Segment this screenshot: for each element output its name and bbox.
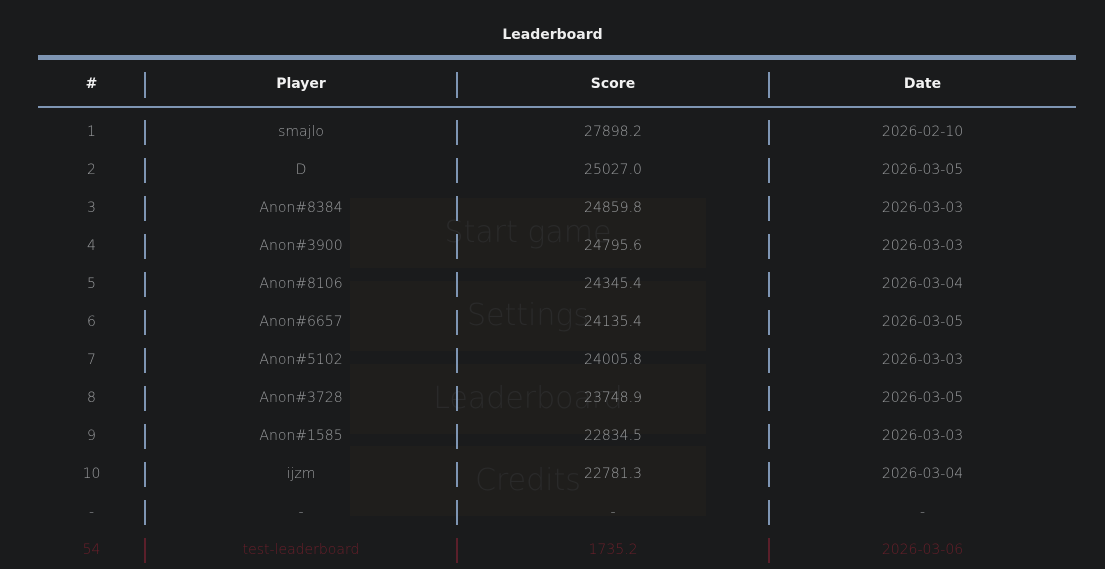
player-cell: smajlo bbox=[278, 124, 324, 140]
rank-cell: 10 bbox=[82, 466, 101, 482]
score-cell: - bbox=[610, 504, 616, 520]
score-cell: 23748.9 bbox=[584, 390, 642, 406]
date-cell: 2026-03-05 bbox=[881, 314, 964, 330]
table-row: 2 D 25027.0 2026-03-05 bbox=[38, 151, 1076, 189]
player-cell: Anon#6657 bbox=[259, 314, 343, 330]
score-cell: 24135.4 bbox=[584, 314, 642, 330]
table-row: 3 Anon#8384 24859.8 2026-03-03 bbox=[38, 189, 1076, 227]
player-cell: - bbox=[298, 504, 304, 520]
rank-cell: 9 bbox=[87, 428, 96, 444]
table-row: 9 Anon#1585 22834.5 2026-03-03 bbox=[38, 417, 1076, 455]
date-cell: 2026-03-03 bbox=[881, 352, 964, 368]
column-header-score: Score bbox=[590, 76, 636, 92]
date-cell: 2026-03-04 bbox=[881, 276, 964, 292]
player-cell: Anon#1585 bbox=[259, 428, 343, 444]
player-cell: test-leaderboard bbox=[242, 542, 360, 558]
leaderboard-title: Leaderboard bbox=[502, 27, 603, 43]
rank-cell: 1 bbox=[87, 124, 96, 140]
rank-cell: 54 bbox=[82, 542, 101, 558]
player-cell: Anon#8384 bbox=[259, 200, 343, 216]
rank-cell: 4 bbox=[87, 238, 96, 254]
table-row: 7 Anon#5102 24005.8 2026-03-03 bbox=[38, 341, 1076, 379]
player-cell: ijzm bbox=[286, 466, 316, 482]
rank-cell: 6 bbox=[87, 314, 96, 330]
score-cell: 24859.8 bbox=[584, 200, 642, 216]
player-cell: Anon#5102 bbox=[259, 352, 343, 368]
score-cell: 1735.2 bbox=[588, 542, 638, 558]
player-cell: D bbox=[295, 162, 307, 178]
column-header-player: Player bbox=[276, 76, 326, 92]
game-screen: Start game Settings Leaderboard Credits … bbox=[0, 0, 1105, 569]
table-row: 10 ijzm 22781.3 2026-03-04 bbox=[38, 455, 1076, 493]
rank-cell: 8 bbox=[87, 390, 96, 406]
player-cell: Anon#3900 bbox=[259, 238, 343, 254]
column-header-date: Date bbox=[903, 76, 942, 92]
table-row-current-player: 54 test-leaderboard 1735.2 2026-03-06 bbox=[38, 531, 1076, 569]
score-cell: 25027.0 bbox=[584, 162, 642, 178]
table-row: ---- bbox=[38, 493, 1076, 531]
leaderboard-top-bar bbox=[38, 55, 1076, 60]
date-cell: 2026-03-03 bbox=[881, 200, 964, 216]
table-row: 1 smajlo 27898.2 2026-02-10 bbox=[38, 113, 1076, 151]
table-row: 8 Anon#3728 23748.9 2026-03-05 bbox=[38, 379, 1076, 417]
date-cell: 2026-03-06 bbox=[881, 542, 964, 558]
header-separator bbox=[38, 106, 1076, 108]
rank-cell: 3 bbox=[87, 200, 96, 216]
player-cell: Anon#8106 bbox=[259, 276, 343, 292]
date-cell: 2026-03-04 bbox=[881, 466, 964, 482]
date-cell: 2026-03-05 bbox=[881, 162, 964, 178]
player-cell: Anon#3728 bbox=[259, 390, 343, 406]
score-cell: 24005.8 bbox=[584, 352, 642, 368]
date-cell: 2026-03-03 bbox=[881, 428, 964, 444]
score-cell: 24345.4 bbox=[584, 276, 642, 292]
date-cell: 2026-02-10 bbox=[881, 124, 964, 140]
table-row: 4 Anon#3900 24795.6 2026-03-03 bbox=[38, 227, 1076, 265]
score-cell: 27898.2 bbox=[584, 124, 642, 140]
date-cell: - bbox=[919, 504, 926, 520]
score-cell: 24795.6 bbox=[584, 238, 642, 254]
rank-cell: 5 bbox=[87, 276, 96, 292]
rank-cell: 7 bbox=[87, 352, 96, 368]
column-header-rank: # bbox=[85, 76, 98, 92]
rank-cell: - bbox=[88, 504, 95, 520]
leaderboard-header-row: # Player Score Date bbox=[38, 64, 1076, 104]
table-row: 5 Anon#8106 24345.4 2026-03-04 bbox=[38, 265, 1076, 303]
score-cell: 22781.3 bbox=[584, 466, 642, 482]
date-cell: 2026-03-05 bbox=[881, 390, 964, 406]
date-cell: 2026-03-03 bbox=[881, 238, 964, 254]
table-row: 6 Anon#6657 24135.4 2026-03-05 bbox=[38, 303, 1076, 341]
score-cell: 22834.5 bbox=[584, 428, 642, 444]
rank-cell: 2 bbox=[87, 162, 96, 178]
